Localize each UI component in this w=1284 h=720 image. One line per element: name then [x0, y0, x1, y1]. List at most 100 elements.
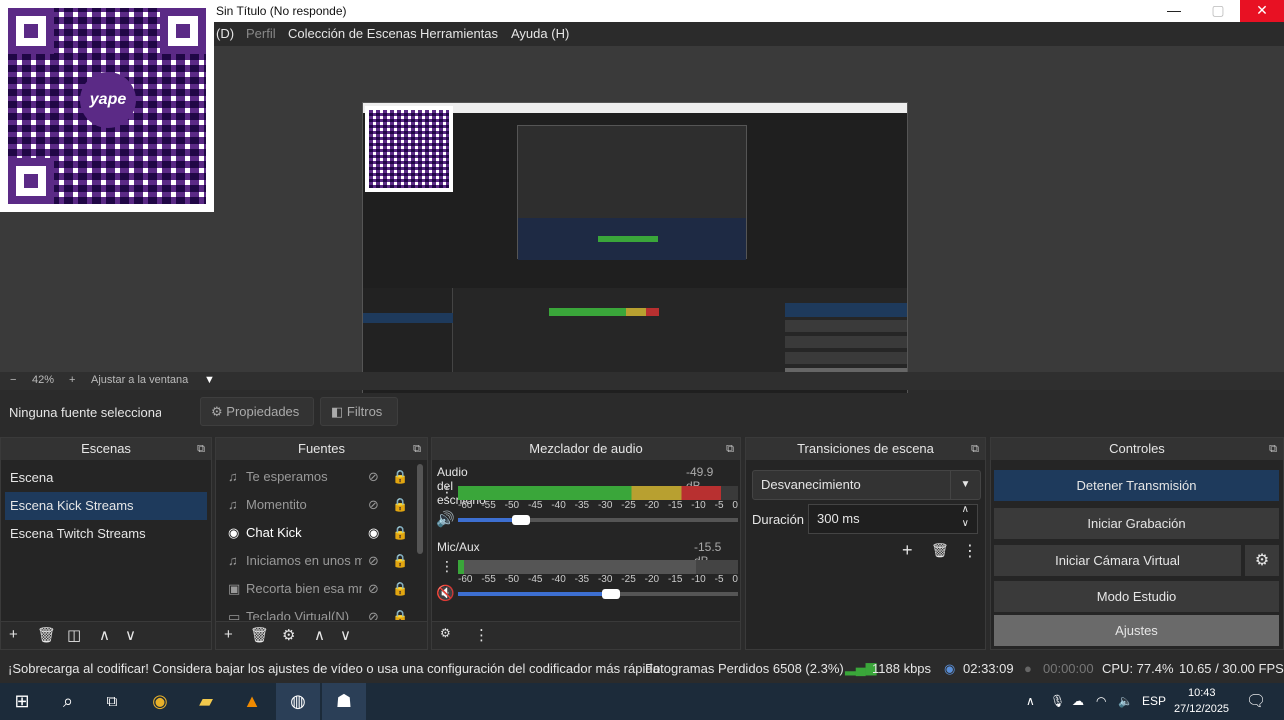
channel-menu-icon[interactable]: ⋮: [440, 484, 454, 501]
chrome-icon[interactable]: ◉: [138, 683, 182, 720]
hidden-eye-icon[interactable]: ⊘: [368, 463, 379, 491]
source-item[interactable]: ♫ Te esperamos ⊘ 🔒: [216, 463, 427, 491]
add-transition-icon[interactable]: +: [902, 540, 913, 561]
menu-item-scene-collection[interactable]: Colección de Escenas: [288, 26, 417, 41]
windows-start-icon[interactable]: ⊞: [0, 683, 44, 720]
remove-source-icon[interactable]: 🗑: [250, 626, 269, 644]
obs-icon[interactable]: ◍: [276, 683, 320, 720]
source-item[interactable]: ♫ Momentito ⊘ 🔒: [216, 491, 427, 519]
hidden-eye-icon[interactable]: ⊘: [368, 575, 379, 603]
add-scene-icon[interactable]: +: [9, 626, 18, 643]
stop-streaming-button[interactable]: Detener Transmisión: [994, 470, 1279, 501]
hidden-eye-icon[interactable]: ⊘: [368, 547, 379, 575]
volume-slider[interactable]: [458, 518, 738, 522]
file-explorer-icon[interactable]: ▰: [184, 683, 228, 720]
volume-icon[interactable]: 🔈: [1118, 694, 1133, 708]
remove-scene-icon[interactable]: 🗑: [37, 626, 56, 644]
scene-item-twitch[interactable]: Escena Twitch Streams: [1, 520, 211, 548]
start-virtual-camera-button[interactable]: Iniciar Cámara Virtual: [994, 545, 1241, 576]
meter-scale: -60 -55 -50 -45 -40 -35 -30 -25 -20 -15 -10 -5 0: [458, 500, 738, 511]
zoom-out-button[interactable]: −: [10, 374, 16, 386]
transition-select[interactable]: Desvanecimiento ▼: [752, 470, 981, 500]
scene-item-kick[interactable]: Escena Kick Streams: [5, 492, 207, 520]
source-item[interactable]: ▣ Recorta bien esa mn ⊘ 🔒: [216, 575, 427, 603]
minimize-button[interactable]: —: [1152, 0, 1196, 22]
hidden-eye-icon[interactable]: ⊘: [368, 603, 379, 620]
qr-finder-top-left: [8, 8, 54, 54]
scene-filters-icon[interactable]: ◫: [67, 626, 81, 644]
lock-icon[interactable]: 🔒: [392, 575, 408, 603]
lock-icon[interactable]: 🔒: [392, 603, 408, 620]
source-item[interactable]: ◉ Chat Kick ◉ 🔒: [216, 519, 427, 547]
source-item[interactable]: ▭ Teclado Virtual(N) ⊘ 🔒: [216, 603, 427, 620]
fit-window-label[interactable]: Ajustar a la ventana: [91, 374, 188, 386]
spin-arrows-icon[interactable]: ∧ ∨: [962, 503, 969, 531]
lock-icon[interactable]: 🔒: [392, 491, 408, 519]
volume-slider[interactable]: [458, 592, 738, 596]
chevron-down-icon[interactable]: ▼: [950, 471, 980, 499]
undock-icon[interactable]: ⧉: [197, 438, 205, 460]
vlc-icon[interactable]: ▲: [230, 683, 274, 720]
settings-button[interactable]: Ajustes: [994, 615, 1279, 646]
studio-mode-button[interactable]: Modo Estudio: [994, 581, 1279, 612]
maximize-button[interactable]: ▢: [1196, 0, 1240, 22]
preview-canvas[interactable]: [362, 102, 908, 409]
notifications-icon[interactable]: 🗨: [1246, 691, 1266, 711]
clock-date[interactable]: 27/12/2025: [1174, 703, 1229, 715]
undock-icon[interactable]: ⧉: [726, 438, 734, 460]
volume-slider-knob[interactable]: [602, 589, 620, 599]
properties-button[interactable]: ⚙ Propiedades: [200, 397, 314, 426]
source-properties-icon[interactable]: ⚙: [282, 626, 295, 644]
hidden-eye-icon[interactable]: ⊘: [368, 491, 379, 519]
scene-item-escena[interactable]: Escena: [1, 464, 211, 492]
source-item[interactable]: ♫ Iniciamos en unos m ⊘ 🔒: [216, 547, 427, 575]
zoom-in-button[interactable]: +: [69, 374, 75, 386]
volume-slider-knob[interactable]: [512, 515, 530, 525]
virtual-camera-settings-icon[interactable]: ⚙: [1245, 545, 1279, 576]
microphone-icon[interactable]: 🎙: [1050, 694, 1065, 708]
undock-icon[interactable]: ⧉: [971, 438, 979, 460]
channel-name: Mic/Aux: [437, 540, 480, 554]
transitions-header: Transiciones de escena ⧉: [746, 438, 985, 460]
tray-expand-icon[interactable]: ∧: [1026, 694, 1035, 708]
menu-item-help[interactable]: Ayuda (H): [511, 26, 569, 41]
sources-scrollbar[interactable]: [417, 464, 423, 554]
transition-menu-icon[interactable]: ⋮: [962, 541, 978, 561]
search-icon[interactable]: ⌕: [46, 683, 90, 720]
undock-icon[interactable]: ⧉: [413, 438, 421, 460]
lock-icon[interactable]: 🔒: [392, 519, 408, 547]
undock-icon[interactable]: ⧉: [1269, 438, 1277, 460]
task-view-icon[interactable]: ⧉: [90, 683, 134, 720]
menu-item-tools[interactable]: Herramientas: [420, 26, 498, 41]
menu-item-d[interactable]: (D): [216, 26, 234, 41]
start-recording-button[interactable]: Iniciar Grabación: [994, 508, 1279, 539]
advanced-audio-icon[interactable]: ⚙: [440, 626, 451, 640]
fps-readout: 10.65 / 30.00 FPS: [1179, 661, 1284, 676]
cloud-icon[interactable]: ☁: [1072, 694, 1084, 708]
zoom-level: 42%: [32, 374, 55, 386]
close-button[interactable]: ✕: [1240, 0, 1284, 22]
move-up-icon[interactable]: ∧: [99, 626, 110, 644]
move-up-icon[interactable]: ∧: [314, 626, 325, 644]
remove-transition-icon[interactable]: 🗑: [931, 542, 949, 559]
move-down-icon[interactable]: ∨: [340, 626, 351, 644]
speaker-icon[interactable]: 🔊: [436, 510, 455, 528]
move-down-icon[interactable]: ∨: [125, 626, 136, 644]
app-icon[interactable]: ☗: [322, 683, 366, 720]
eye-icon[interactable]: ◉: [368, 519, 379, 547]
channel-menu-icon[interactable]: ⋮: [440, 558, 454, 575]
clock-time[interactable]: 10:43: [1188, 687, 1216, 699]
add-source-icon[interactable]: +: [224, 626, 233, 643]
menu-item-perfil[interactable]: Perfil: [246, 26, 276, 41]
lock-icon[interactable]: 🔒: [392, 547, 408, 575]
duration-spinbox[interactable]: 300 ms ∧ ∨: [808, 504, 978, 534]
language-indicator[interactable]: ESP: [1142, 694, 1166, 708]
filters-button[interactable]: ◧ Filtros: [320, 397, 398, 426]
wifi-icon[interactable]: ◠: [1096, 694, 1106, 708]
dropped-frames: Fotogramas Perdidos 6508 (2.3%): [645, 661, 844, 676]
lock-icon[interactable]: 🔒: [392, 463, 408, 491]
browser-source-icon: ◉: [228, 525, 240, 540]
muted-speaker-icon[interactable]: 🔇: [436, 584, 455, 602]
mixer-menu-icon[interactable]: ⋮: [474, 626, 489, 644]
zoom-dropdown-icon[interactable]: ▼: [204, 374, 215, 386]
